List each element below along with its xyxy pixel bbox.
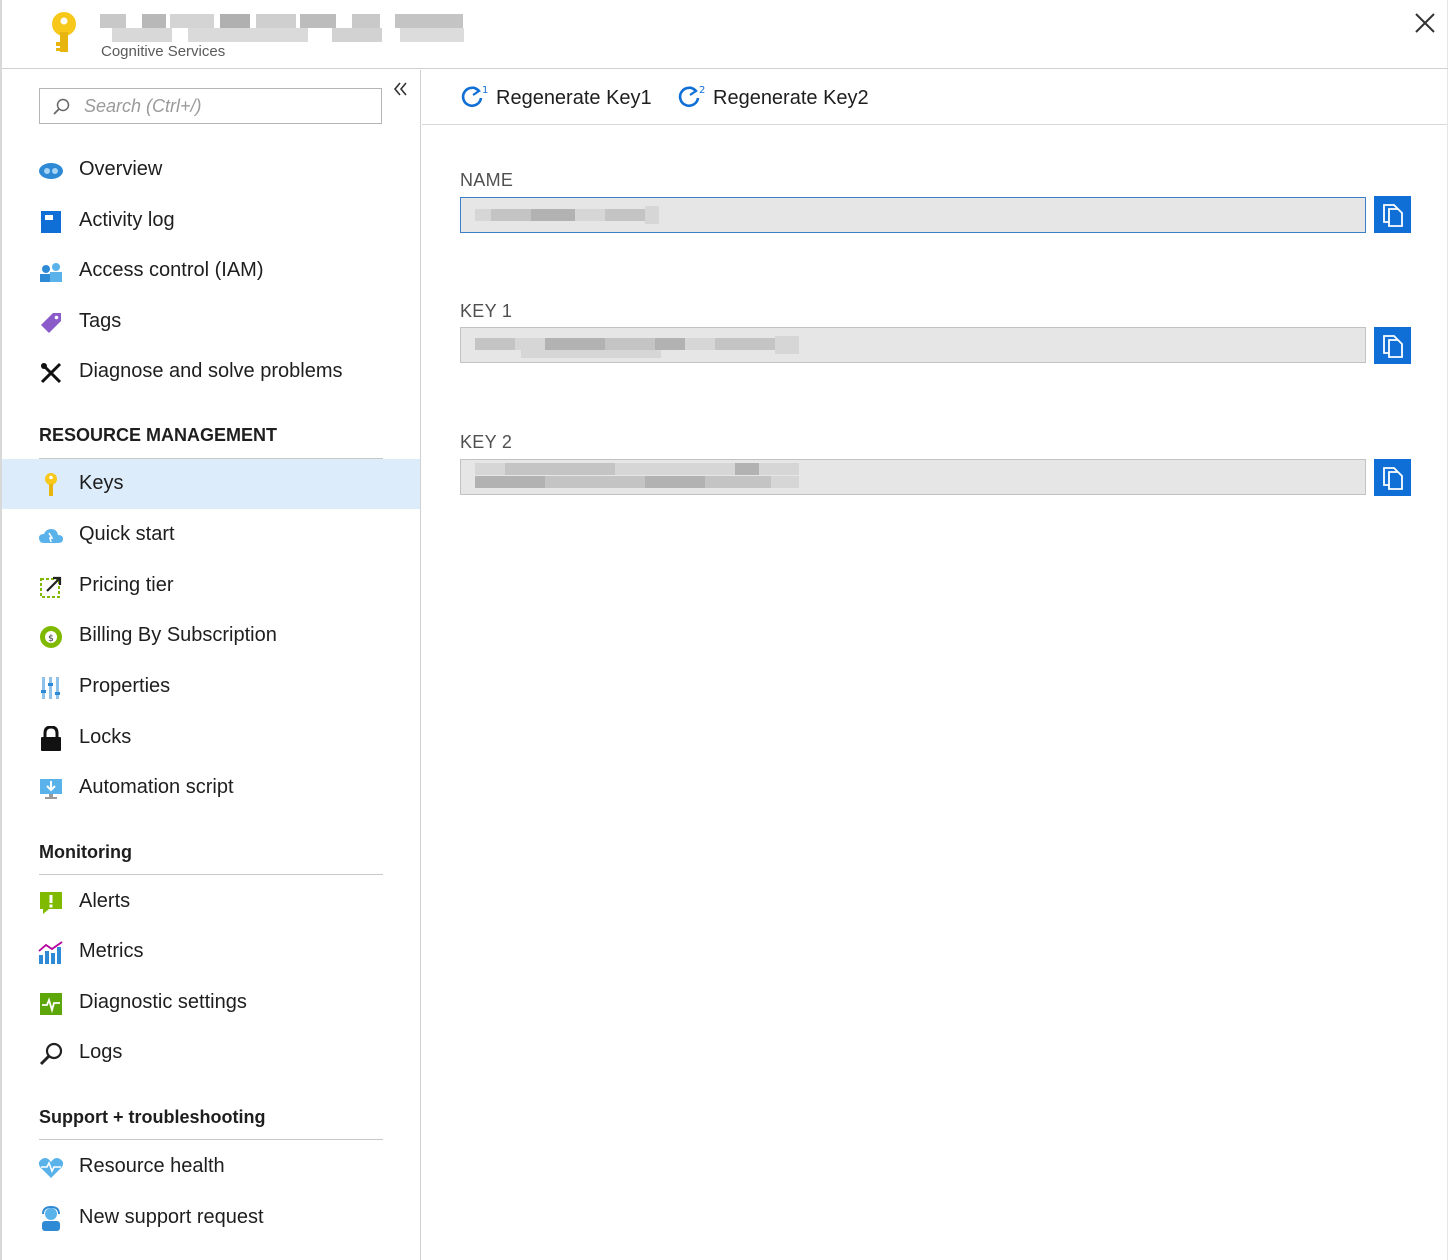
diagnostic-icon <box>38 991 64 1017</box>
refresh-2-icon: 2 <box>678 85 705 108</box>
logs-icon <box>38 1041 64 1067</box>
copy-name-button[interactable] <box>1374 196 1411 233</box>
sidebar-item-pricing-tier[interactable]: Pricing tier <box>2 561 420 611</box>
search-input[interactable] <box>84 93 374 119</box>
name-field-label: NAME <box>460 170 514 190</box>
sidebar-item-label: Quick start <box>79 523 175 545</box>
sidebar-item-tags[interactable]: Tags <box>2 297 420 347</box>
sidebar-item-label: Pricing tier <box>79 574 174 596</box>
sidebar-item-metrics[interactable]: Metrics <box>2 927 420 977</box>
regenerate-key2-button[interactable]: 2 Regenerate Key2 <box>677 82 869 114</box>
resource-title <box>100 12 464 42</box>
overview-icon <box>38 158 64 184</box>
svg-text:$: $ <box>48 634 54 644</box>
regenerate-key2-label: Regenerate Key2 <box>713 86 869 109</box>
blade-header: Cognitive Services <box>2 0 1448 69</box>
resource-type-subtitle: Cognitive Services <box>101 43 226 60</box>
sidebar-item-alerts[interactable]: Alerts <box>2 877 420 927</box>
sidebar-item-quick-start[interactable]: Quick start <box>2 510 420 560</box>
key2-field-label: KEY 2 <box>460 432 513 452</box>
section-divider <box>39 874 383 875</box>
sidebar-item-label: Locks <box>79 726 132 748</box>
sidebar-item-iam[interactable]: Access control (IAM) <box>2 246 420 296</box>
copy-icon <box>1382 466 1403 490</box>
search-box[interactable] <box>39 88 382 124</box>
key-icon <box>38 472 64 498</box>
search-icon <box>53 98 70 115</box>
key2-field[interactable] <box>460 459 1366 495</box>
iam-icon <box>38 259 64 285</box>
refresh-1-icon: 1 <box>461 85 488 108</box>
support-icon <box>38 1206 64 1232</box>
sidebar-item-label: Activity log <box>79 209 175 231</box>
sidebar-item-new-support-request[interactable]: New support request <box>2 1193 420 1243</box>
sidebar-item-properties[interactable]: Properties <box>2 662 420 712</box>
sidebar-item-keys[interactable]: Keys <box>2 459 420 509</box>
section-heading-monitoring: Monitoring <box>39 842 132 862</box>
sidebar-item-label: Tags <box>79 310 122 332</box>
sidebar-item-diagnose[interactable]: Diagnose and solve problems <box>2 347 420 397</box>
name-field[interactable] <box>460 197 1366 233</box>
sidebar-item-label: Access control (IAM) <box>79 259 264 281</box>
sidebar-item-locks[interactable]: Locks <box>2 713 420 763</box>
sidebar: Overview Activity log Access control (IA… <box>2 70 421 1260</box>
key1-field[interactable] <box>460 327 1366 363</box>
cloud-icon <box>38 523 64 549</box>
sidebar-item-label: Alerts <box>79 890 131 912</box>
sidebar-item-label: Resource health <box>79 1155 225 1177</box>
regenerate-key1-label: Regenerate Key1 <box>496 86 652 109</box>
billing-icon: $ <box>38 624 64 650</box>
sidebar-item-billing[interactable]: $ Billing By Subscription <box>2 611 420 661</box>
collapse-sidebar-icon[interactable] <box>392 80 410 98</box>
sidebar-item-label: New support request <box>79 1206 264 1228</box>
sidebar-item-label: Logs <box>79 1041 123 1063</box>
pricing-icon <box>38 574 64 600</box>
sidebar-item-label: Diagnose and solve problems <box>79 360 343 382</box>
svg-text:1: 1 <box>482 85 488 96</box>
copy-icon <box>1382 203 1403 227</box>
sidebar-item-label: Billing By Subscription <box>79 624 277 646</box>
metrics-icon <box>38 940 64 966</box>
key-icon <box>52 12 76 52</box>
copy-key2-button[interactable] <box>1374 459 1411 496</box>
copy-key1-button[interactable] <box>1374 327 1411 364</box>
alert-icon <box>38 890 64 916</box>
section-divider <box>39 1139 383 1140</box>
sidebar-item-label: Overview <box>79 158 163 180</box>
sidebar-item-label: Diagnostic settings <box>79 991 247 1013</box>
properties-icon <box>38 675 64 701</box>
sidebar-item-label: Properties <box>79 675 171 697</box>
tag-icon <box>38 310 64 336</box>
section-heading-support: Support + troubleshooting <box>39 1107 266 1127</box>
sidebar-item-label: Metrics <box>79 940 144 962</box>
copy-icon <box>1382 334 1403 358</box>
section-heading-resource-management: RESOURCE MANAGEMENT <box>39 425 278 445</box>
sidebar-item-activity-log[interactable]: Activity log <box>2 196 420 246</box>
close-icon[interactable] <box>1412 10 1438 36</box>
sidebar-item-diagnostic-settings[interactable]: Diagnostic settings <box>2 978 420 1028</box>
sidebar-item-logs[interactable]: Logs <box>2 1028 420 1078</box>
automation-icon <box>38 776 64 802</box>
key1-field-label: KEY 1 <box>460 301 513 321</box>
heart-icon <box>38 1155 64 1181</box>
wrench-icon <box>38 360 64 386</box>
command-bar: 1 Regenerate Key1 2 Regenerate Key2 <box>422 70 1447 125</box>
sidebar-item-label: Automation script <box>79 776 234 798</box>
sidebar-item-automation-script[interactable]: Automation script <box>2 763 420 813</box>
regenerate-key1-button[interactable]: 1 Regenerate Key1 <box>460 82 652 114</box>
lock-icon <box>38 726 64 752</box>
activity-log-icon <box>38 209 64 235</box>
sidebar-item-overview[interactable]: Overview <box>2 145 420 195</box>
sidebar-item-resource-health[interactable]: Resource health <box>2 1142 420 1192</box>
sidebar-item-label: Keys <box>79 472 124 494</box>
svg-text:2: 2 <box>699 85 705 96</box>
